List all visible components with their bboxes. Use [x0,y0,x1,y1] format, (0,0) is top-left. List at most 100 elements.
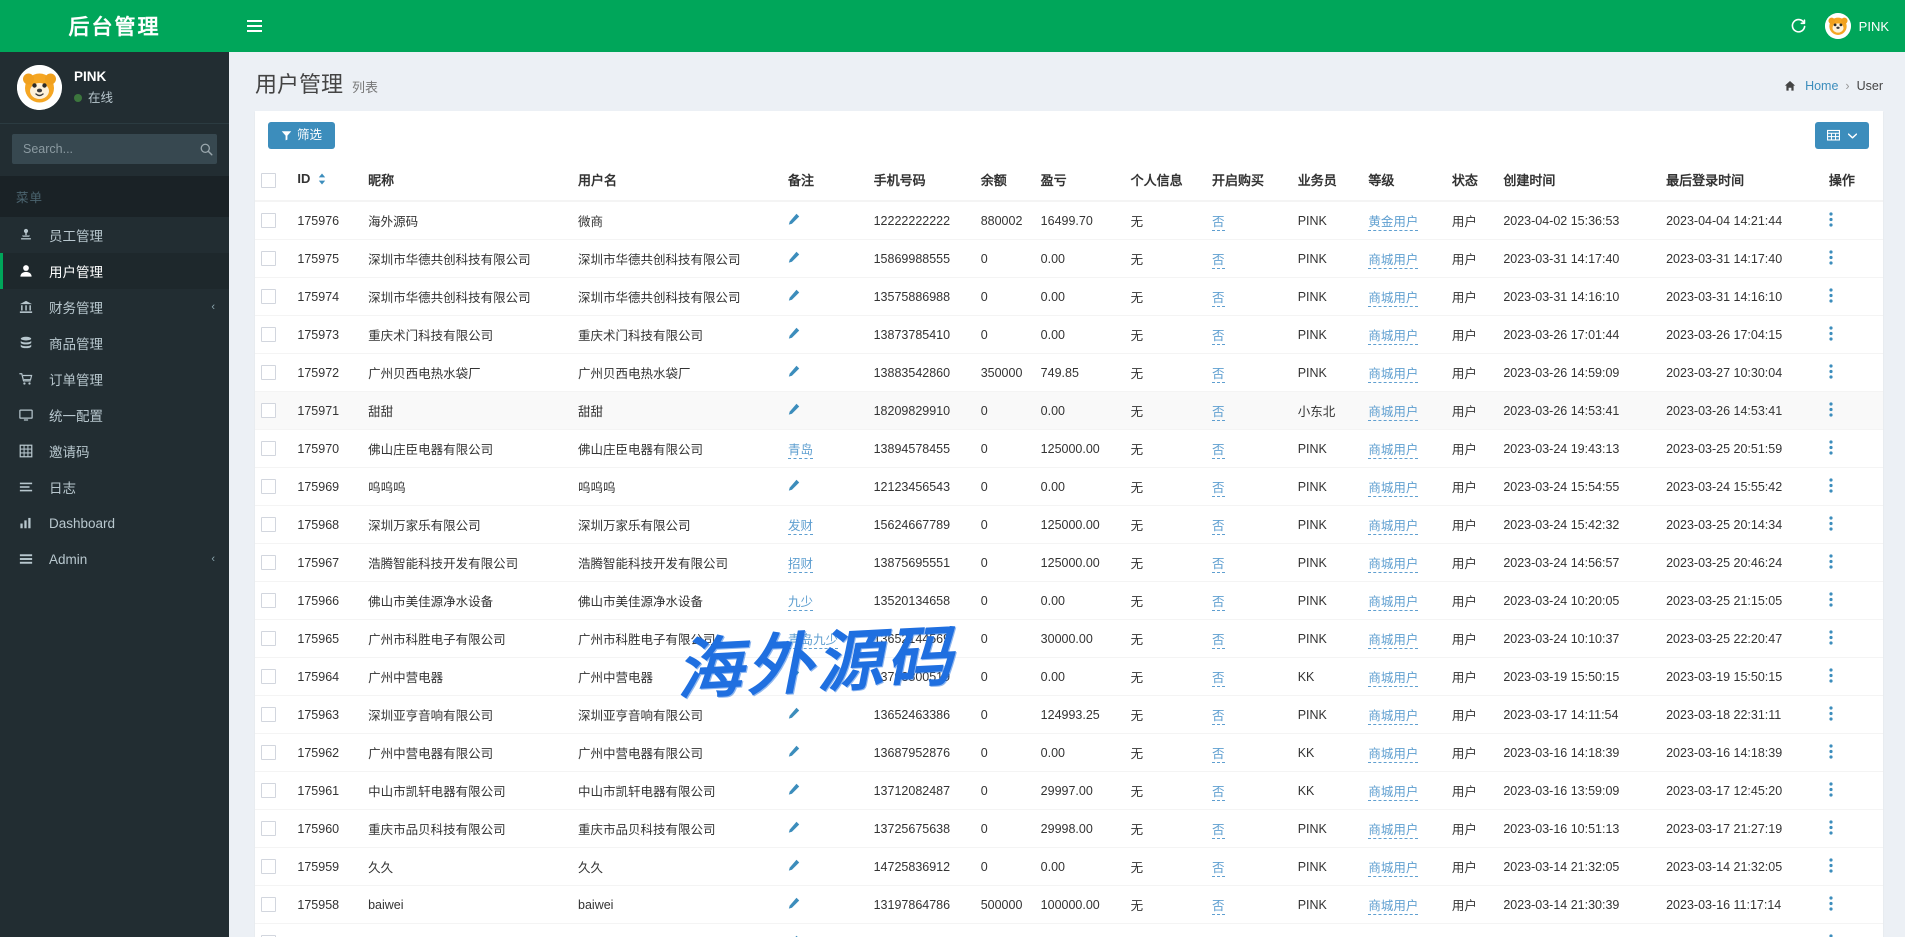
table-row[interactable]: 175976 海外源码 微商 12222222222 880002 16499.70 无否 P… [255,200,1883,240]
row-checkbox[interactable] [261,517,276,533]
cell-enable-purchase-link[interactable]: 否 [1212,861,1225,877]
row-checkbox[interactable] [261,441,276,457]
table-row[interactable]: 175962 广州中营电器有限公司 广州中营电器有限公司 13687952876 0 0.… [255,733,1883,772]
filter-button[interactable]: 筛选 [268,122,336,149]
row-actions-menu[interactable] [1829,249,1833,268]
cell-level-link[interactable]: 商城用户 [1368,709,1419,725]
edit-note-icon[interactable] [788,669,800,684]
edit-note-icon[interactable] [788,403,800,418]
row-actions-menu[interactable] [1829,591,1833,610]
row-actions-menu[interactable] [1829,629,1833,648]
table-row[interactable]: 175969 呜呜呜 呜呜呜 12123456543 0 0.00 无否 PINK 商城用户 用户… [255,467,1883,506]
cell-level-link[interactable]: 商城用户 [1368,899,1419,915]
sidebar-item-10[interactable]: Admin ‹ [0,541,229,577]
column-settings-button[interactable] [1815,122,1869,149]
cell-level-link[interactable]: 商城用户 [1368,329,1419,345]
row-checkbox[interactable] [261,669,276,685]
row-checkbox[interactable] [261,289,276,305]
row-checkbox[interactable] [261,593,276,609]
cell-enable-purchase-link[interactable]: 否 [1212,671,1225,687]
table-scroll-area[interactable]: ID 昵称 用户名 备注 手机号码 余额 盈亏 个人信息 开启购买 业务员 等级… [255,160,1883,937]
row-checkbox[interactable] [261,213,276,229]
sidebar-item-9[interactable]: Dashboard [0,505,229,541]
edit-note-icon[interactable] [788,707,800,722]
sidebar-item-6[interactable]: 统一配置 [0,397,229,433]
cell-level-link[interactable]: 商城用户 [1368,823,1419,839]
sidebar-item-8[interactable]: 日志 [0,469,229,505]
table-row[interactable]: 175961 中山市凯轩电器有限公司 中山市凯轩电器有限公司 13712082487 0… [255,771,1883,810]
table-row[interactable]: 175974 深圳市华德共创科技有限公司 深圳市华德共创科技有限公司 13575886… [255,277,1883,316]
cell-enable-purchase-link[interactable]: 否 [1212,405,1225,421]
cell-level-link[interactable]: 商城用户 [1368,671,1419,687]
cell-enable-purchase-link[interactable]: 否 [1212,633,1225,649]
cell-level-link[interactable]: 商城用户 [1368,519,1419,535]
row-checkbox[interactable] [261,821,276,837]
row-actions-menu[interactable] [1829,743,1833,762]
cell-enable-purchase-link[interactable]: 否 [1212,215,1225,231]
row-checkbox[interactable] [261,707,276,723]
row-checkbox[interactable] [261,365,276,381]
row-checkbox[interactable] [261,479,276,495]
table-row[interactable]: 175975 深圳市华德共创科技有限公司 深圳市华德共创科技有限公司 15869988… [255,239,1883,278]
edit-note-icon[interactable] [788,479,800,494]
row-actions-menu[interactable] [1829,705,1833,724]
cell-level-link[interactable]: 商城用户 [1368,443,1419,459]
cell-enable-purchase-link[interactable]: 否 [1212,481,1225,497]
note-link[interactable]: 招财 [787,557,813,573]
edit-note-icon[interactable] [788,897,800,912]
row-actions-menu[interactable] [1829,211,1833,230]
row-checkbox[interactable] [261,859,276,875]
row-actions-menu[interactable] [1829,363,1833,382]
row-checkbox[interactable] [261,783,276,799]
row-actions-menu[interactable] [1829,857,1833,876]
cell-enable-purchase-link[interactable]: 否 [1212,785,1225,801]
row-actions-menu[interactable] [1829,477,1833,496]
cell-level-link[interactable]: 商城用户 [1368,633,1419,649]
row-checkbox[interactable] [261,631,276,647]
sidebar-item-5[interactable]: 订单管理 [0,361,229,397]
cell-level-link[interactable]: 商城用户 [1368,253,1419,269]
row-actions-menu[interactable] [1829,667,1833,686]
edit-note-icon[interactable] [788,745,800,760]
cell-enable-purchase-link[interactable]: 否 [1212,823,1225,839]
row-checkbox[interactable] [261,327,276,343]
cell-level-link[interactable]: 商城用户 [1368,747,1419,763]
row-actions-menu[interactable] [1829,287,1833,306]
sidebar-item-2[interactable]: 用户管理 [0,253,229,289]
search-input[interactable] [13,142,194,156]
breadcrumb-home-link[interactable]: Home [1805,79,1838,93]
row-actions-menu[interactable] [1829,895,1833,914]
hamburger-icon[interactable] [243,14,266,38]
table-row[interactable]: 175967 浩腾智能科技开发有限公司 浩腾智能科技开发有限公司 招财 13875695… [255,543,1883,582]
row-actions-menu[interactable] [1829,515,1833,534]
edit-note-icon[interactable] [788,783,800,798]
note-link[interactable]: 青岛九少 [787,633,838,649]
table-row[interactable]: 175973 重庆术门科技有限公司 重庆术门科技有限公司 13873785410 0 0.… [255,315,1883,354]
cell-enable-purchase-link[interactable]: 否 [1212,595,1225,611]
cell-enable-purchase-link[interactable]: 否 [1212,519,1225,535]
row-checkbox[interactable] [261,897,276,913]
cell-enable-purchase-link[interactable]: 否 [1212,443,1225,459]
cell-enable-purchase-link[interactable]: 否 [1212,291,1225,307]
row-actions-menu[interactable] [1829,781,1833,800]
cell-level-link[interactable]: 商城用户 [1368,557,1419,573]
sidebar-item-4[interactable]: 商品管理 [0,325,229,361]
table-row[interactable]: 175968 深圳万家乐有限公司 深圳万家乐有限公司 发财 15624667789 0 12… [255,505,1883,544]
edit-note-icon[interactable] [788,251,800,266]
th-id[interactable]: ID [291,160,363,202]
cell-enable-purchase-link[interactable]: 否 [1212,367,1225,383]
table-row[interactable]: 175957qingdaoqingdao1328887774400.00无否PI… [255,923,1883,937]
edit-note-icon[interactable] [788,327,800,342]
edit-note-icon[interactable] [788,289,800,304]
edit-note-icon[interactable] [788,213,800,228]
cell-level-link[interactable]: 商城用户 [1368,291,1419,307]
note-link[interactable]: 发财 [787,519,813,535]
edit-note-icon[interactable] [788,821,800,836]
table-row[interactable]: 175972 广州贝西电热水袋厂 广州贝西电热水袋厂 13883542860 35000… [255,353,1883,392]
table-row[interactable]: 175963 深圳亚亨音响有限公司 深圳亚亨音响有限公司 13652463386 0 12… [255,695,1883,734]
cell-enable-purchase-link[interactable]: 否 [1212,329,1225,345]
cell-enable-purchase-link[interactable]: 否 [1212,557,1225,573]
row-actions-menu[interactable] [1829,439,1833,458]
table-row[interactable]: 175960 重庆市品贝科技有限公司 重庆市品贝科技有限公司 13725675638 0… [255,809,1883,848]
sidebar-item-3[interactable]: 财务管理 ‹ [0,289,229,325]
